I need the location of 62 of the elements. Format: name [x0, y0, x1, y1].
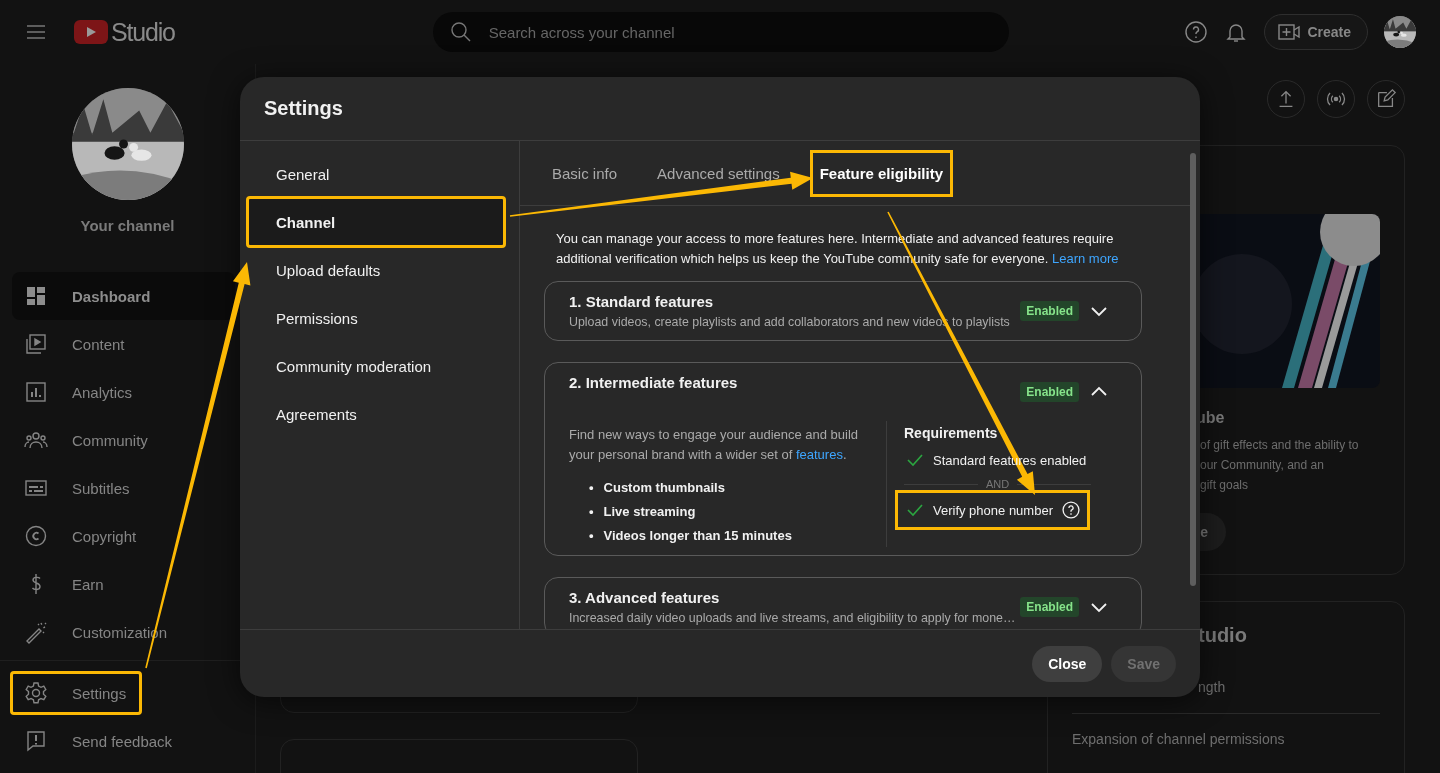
channel-title: Your channel: [80, 217, 175, 234]
create-button[interactable]: Create: [1264, 14, 1368, 50]
sidebar-item[interactable]: Earn: [12, 560, 235, 608]
menu-icon[interactable]: [26, 24, 46, 40]
learn-more-link[interactable]: Learn more: [1052, 251, 1119, 266]
card-title: tudio: [1198, 624, 1248, 647]
feature-perk: Custom thumbnails: [603, 479, 725, 495]
dialog-title: Settings: [264, 97, 343, 120]
feedback-icon: [24, 729, 48, 753]
feature-perk: Videos longer than 15 minutes: [603, 527, 792, 543]
settings-nav-item[interactable]: Community moderation: [248, 342, 504, 390]
feature-title: 2. Intermediate features: [569, 374, 739, 391]
feature-perk: Live streaming: [603, 503, 696, 519]
help-icon: [1184, 20, 1209, 44]
separator-label: AND: [985, 478, 1010, 490]
feature-title: 1. Standard features: [569, 293, 715, 310]
settings-icon: [24, 681, 48, 705]
tab[interactable]: Feature eligibility: [811, 151, 951, 195]
settings-nav-item[interactable]: Channel: [248, 198, 504, 246]
bullet: •: [589, 503, 594, 519]
bar-chart-icon: [24, 380, 48, 404]
settings-nav-item[interactable]: Permissions: [248, 294, 504, 342]
requirements-title: Requirements: [904, 425, 999, 441]
requirement-text: Verify phone number: [933, 502, 1053, 518]
features-link[interactable]: features: [795, 447, 843, 462]
sidebar-item[interactable]: Community: [12, 416, 235, 464]
card-text: gift goals: [1200, 477, 1249, 494]
sidebar-item[interactable]: Settings: [12, 673, 141, 713]
sidebar-item[interactable]: Content: [12, 320, 235, 368]
status-badge: Enabled: [1020, 382, 1079, 402]
wand-icon: [24, 620, 48, 644]
sidebar-item[interactable]: Subtitles: [12, 464, 235, 512]
search-icon: [448, 20, 473, 44]
sidebar-item[interactable]: Analytics: [12, 368, 235, 416]
card-text: ngth: [1198, 679, 1227, 695]
copyright-icon: [24, 524, 48, 548]
logo-text: Studio: [111, 17, 175, 47]
pencil-icon: [1375, 88, 1397, 110]
card-link[interactable]: Expansion of channel permissions: [1072, 731, 1380, 747]
card-text: of gift effects and the ability to: [1200, 437, 1359, 454]
logo-icon[interactable]: [74, 20, 108, 44]
feature-title: 3. Advanced features: [569, 589, 721, 606]
search-field[interactable]: Search across your channel: [432, 12, 1009, 52]
sidebar-item[interactable]: Dashboard: [12, 272, 235, 320]
tab[interactable]: Advanced settings: [649, 151, 788, 195]
sidebar-item[interactable]: Send feedback: [12, 721, 187, 761]
feature-description: Find new ways to engage your audience and build your personal brand with a wider set of features.: [569, 426, 860, 464]
dashboard-icon: [24, 284, 48, 308]
status-badge: Enabled: [1020, 301, 1079, 321]
bullet: •: [589, 527, 594, 543]
bullet: •: [589, 479, 594, 495]
feature-description: Increased daily video uploads and live streams, and eligibility to apply for mone…: [569, 611, 1016, 625]
tab[interactable]: Basic info: [544, 151, 626, 195]
settings-nav-item[interactable]: Upload defaults: [248, 246, 504, 294]
close-button[interactable]: Close: [1032, 645, 1103, 682]
sidebar-item[interactable]: Copyright: [12, 512, 235, 560]
status-badge: Enabled: [1020, 597, 1079, 617]
video-icon: [24, 332, 48, 356]
settings-nav-item[interactable]: General: [248, 150, 504, 198]
settings-nav-item[interactable]: Agreements: [248, 390, 504, 438]
help-icon[interactable]: [1060, 500, 1081, 520]
card-text: our Community, and an: [1200, 457, 1324, 474]
